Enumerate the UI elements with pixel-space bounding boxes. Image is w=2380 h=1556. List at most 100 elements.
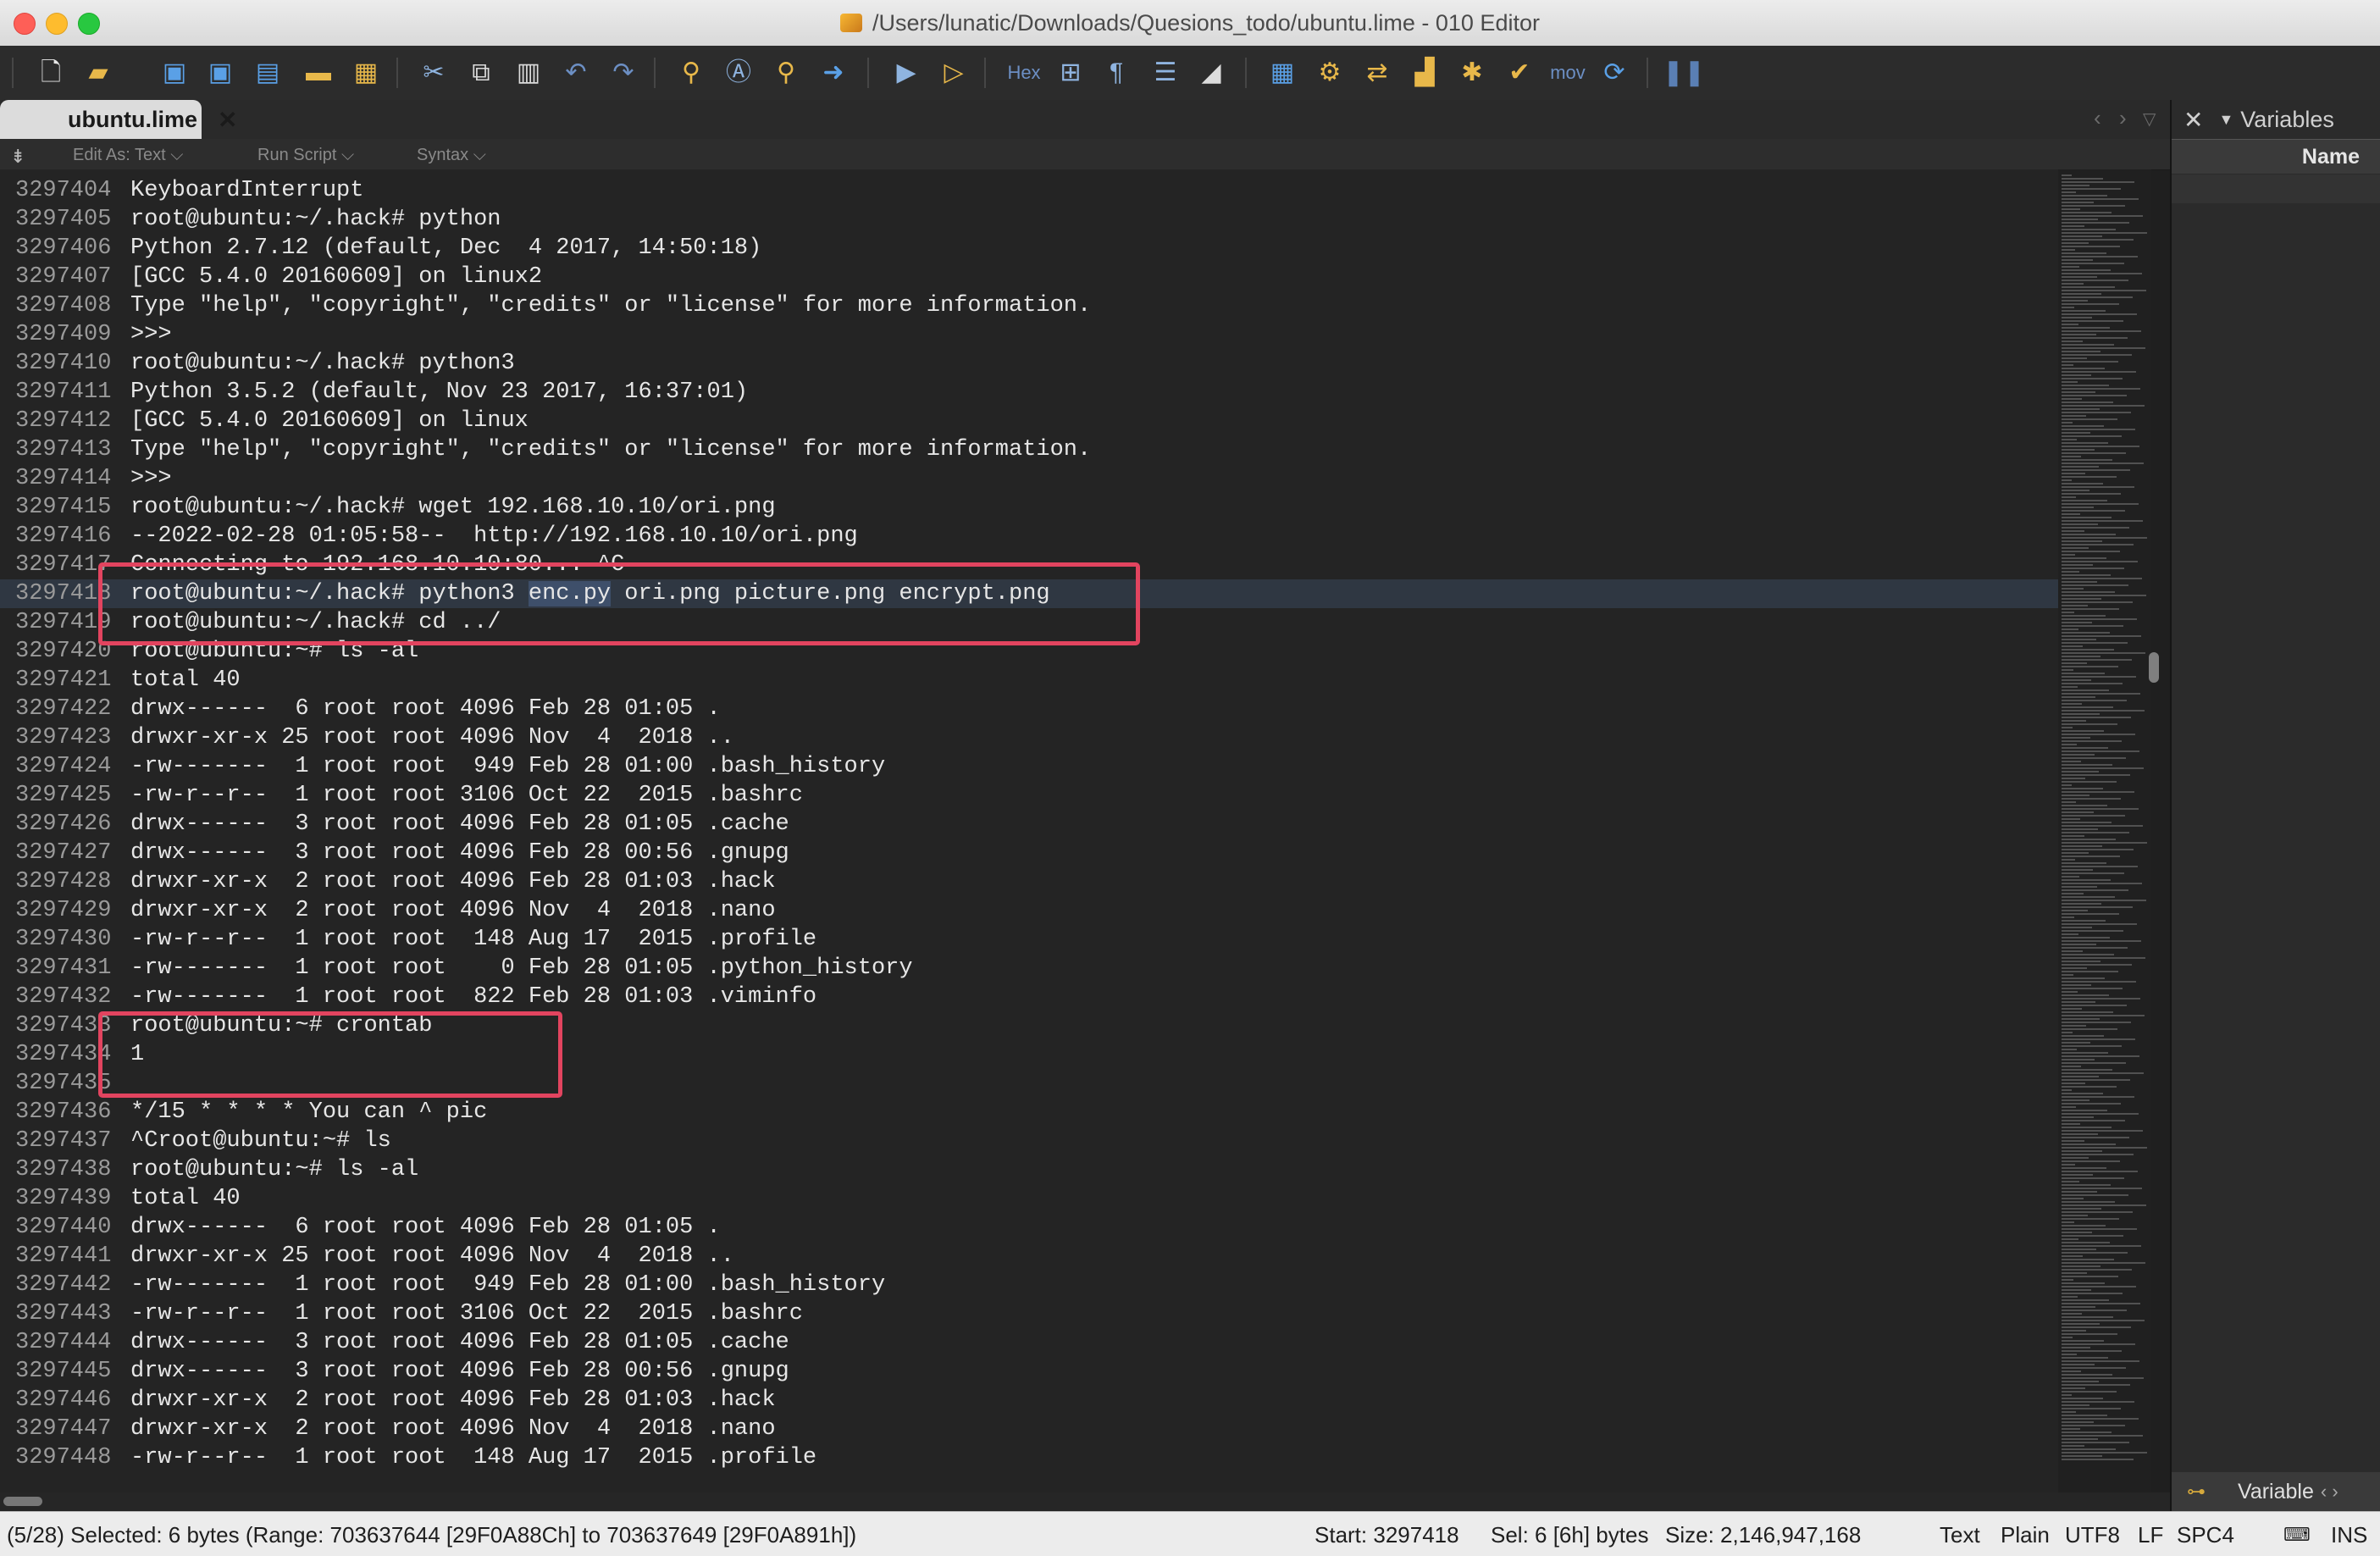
tab-ubuntu-lime[interactable]: ubuntu.lime ✕ (0, 100, 237, 139)
status-mode[interactable]: Text (1940, 1522, 1980, 1548)
editor-line[interactable]: 3297410 root@ubuntu:~/.hack# python3 (0, 349, 2058, 378)
byte-columns-icon[interactable]: ⊞ (1054, 56, 1088, 90)
status-line-ending[interactable]: LF (2138, 1522, 2163, 1548)
run-template-icon[interactable]: ▶ (889, 56, 923, 90)
vertical-scrollbar-thumb[interactable] (2149, 652, 2159, 683)
find-in-files-icon[interactable]: ⚲ (769, 56, 803, 90)
minimap-stroke (2062, 1333, 2117, 1335)
cut-icon[interactable]: ✂ (417, 56, 451, 90)
undo-icon[interactable]: ↶ (559, 56, 593, 90)
editor-line[interactable]: 3297423 drwxr-xr-x 25 root root 4096 Nov … (0, 723, 2058, 752)
editor-line[interactable]: 3297444 drwx------ 3 root root 4096 Feb 2… (0, 1328, 2058, 1357)
minimap-stroke (2062, 734, 2135, 735)
line-number: 3297411 (15, 379, 112, 405)
run-script-icon[interactable]: ▷ (937, 56, 971, 90)
compare-icon[interactable]: ⇄ (1360, 56, 1394, 90)
editor-line[interactable]: 3297406 Python 2.7.12 (default, Dec 4 201… (0, 234, 2058, 263)
text-editor[interactable]: 3297404 KeyboardInterrupt 3297405 root@ubun… (0, 169, 2058, 1492)
editor-line[interactable]: 3297415 root@ubuntu:~/.hack# wget 192.168… (0, 493, 2058, 522)
close-panel-icon[interactable]: ✕ (2184, 106, 2203, 134)
editor-line[interactable]: 3297437 ^Croot@ubuntu:~# ls (0, 1127, 2058, 1155)
editor-line[interactable]: 3297413 Type "help", "copyright", "credit… (0, 435, 2058, 464)
workspace-icon[interactable]: ▦ (349, 56, 383, 90)
syntax-dropdown[interactable]: Syntax ⌵ (417, 146, 486, 165)
editor-line[interactable]: 3297425 -rw-r--r-- 1 root root 3106 Oct 2… (0, 781, 2058, 810)
editor-line[interactable]: 3297427 drwx------ 3 root root 4096 Feb 2… (0, 839, 2058, 867)
editor-line[interactable]: 3297440 drwx------ 6 root root 4096 Feb 2… (0, 1213, 2058, 1242)
editor-line[interactable]: 3297414 >>> (0, 464, 2058, 493)
editor-line[interactable]: 3297422 drwx------ 6 root root 4096 Feb 2… (0, 695, 2058, 723)
status-encoding[interactable]: UTF8 (2065, 1522, 2120, 1548)
tab-next-icon[interactable]: › (2119, 105, 2127, 131)
editor-line[interactable]: 3297428 drwxr-xr-x 2 root root 4096 Feb 2… (0, 867, 2058, 896)
save-icon[interactable]: ▣ (158, 56, 191, 90)
goto-icon[interactable]: ➜ (816, 56, 850, 90)
run-script-dropdown[interactable]: Run Script ⌵ (257, 146, 354, 165)
editor-line[interactable]: 3297432 -rw------- 1 root root 822 Feb 28… (0, 983, 2058, 1011)
editor-line[interactable]: 3297426 drwx------ 3 root root 4096 Feb 2… (0, 810, 2058, 839)
status-indent[interactable]: SPC4 (2177, 1522, 2234, 1548)
editor-line[interactable]: 3297412 [GCC 5.4.0 20160609] on linux (0, 407, 2058, 435)
tab-list-icon[interactable]: ▽ (2143, 108, 2156, 130)
status-insert-mode[interactable]: INS (2331, 1522, 2367, 1548)
editor-line[interactable]: 3297445 drwx------ 3 root root 4096 Feb 2… (0, 1357, 2058, 1386)
minimap[interactable] (2058, 169, 2151, 1492)
horizontal-scrollbar-thumb[interactable] (3, 1497, 42, 1506)
editor-line[interactable]: 3297421 total 40 (0, 666, 2058, 695)
minimap-stroke (2062, 981, 2136, 983)
checksum-icon[interactable]: ✱ (1455, 56, 1489, 90)
edit-as-dropdown[interactable]: Edit As: Text ⌵ (73, 146, 183, 165)
find-icon[interactable]: ⚲ (674, 56, 708, 90)
variables-footer-tab[interactable]: ⊶ Variable ‹ › (2172, 1472, 2380, 1511)
editor-line[interactable]: 3297431 -rw------- 1 root root 0 Feb 28 0… (0, 954, 2058, 983)
tab-prev-icon[interactable]: ‹ (2094, 105, 2101, 131)
collapse-icon[interactable]: ⇟ (10, 146, 25, 168)
inspector-icon[interactable]: ⚙ (1313, 56, 1347, 90)
editor-line[interactable]: 3297442 -rw------- 1 root root 949 Feb 28… (0, 1271, 2058, 1299)
editor-line[interactable]: 3297446 drwxr-xr-x 2 root root 4096 Feb 2… (0, 1386, 2058, 1415)
editor-line[interactable]: 3297407 [GCC 5.4.0 20160609] on linux2 (0, 263, 2058, 291)
disassembler-icon[interactable]: mov (1547, 56, 1589, 90)
editor-line[interactable]: 3297405 root@ubuntu:~/.hack# python (0, 205, 2058, 234)
status-highlight[interactable]: Plain (2001, 1522, 2050, 1548)
pause-icon[interactable]: ❚❚ (1663, 56, 1705, 90)
pilcrow-icon[interactable]: ¶ (1099, 56, 1133, 90)
histogram-icon[interactable]: ▟ (1408, 56, 1442, 90)
save-all-icon[interactable]: ▤ (251, 56, 285, 90)
editor-line[interactable]: 3297404 KeyboardInterrupt (0, 176, 2058, 205)
editor-line[interactable]: 3297408 Type "help", "copyright", "credit… (0, 291, 2058, 320)
highlight-icon[interactable]: ◢ (1194, 56, 1228, 90)
editor-line[interactable]: 3297416 --2022-02-28 01:05:58-- http://19… (0, 522, 2058, 551)
editor-line[interactable]: 3297438 root@ubuntu:~# ls -al (0, 1155, 2058, 1184)
copy-icon[interactable]: ⧉ (464, 56, 498, 90)
editor-line[interactable]: 3297424 -rw------- 1 root root 949 Feb 28… (0, 752, 2058, 781)
open-file-icon[interactable]: ▰ (81, 56, 115, 90)
open-folder-icon[interactable]: ▬ (302, 56, 335, 90)
paste-icon[interactable]: ▥ (512, 56, 545, 90)
hex-mode-icon[interactable]: Hex (1003, 56, 1045, 90)
editor-line[interactable]: 3297430 -rw-r--r-- 1 root root 148 Aug 17… (0, 925, 2058, 954)
editor-line[interactable]: 3297441 drwxr-xr-x 25 root root 4096 Nov … (0, 1242, 2058, 1271)
panel-menu-icon[interactable]: ▼ (2218, 111, 2233, 129)
new-file-icon[interactable]: 🗋 (34, 56, 68, 90)
editor-line[interactable]: 3297447 drwxr-xr-x 2 root root 4096 Nov 4… (0, 1415, 2058, 1443)
columns-icon[interactable]: ☰ (1148, 56, 1182, 90)
replace-icon[interactable]: Ⓐ (722, 56, 756, 90)
editor-line[interactable]: 3297411 Python 3.5.2 (default, Nov 23 201… (0, 378, 2058, 407)
editor-line[interactable]: 3297409 >>> (0, 320, 2058, 349)
keyboard-icon[interactable]: ⌨ (2283, 1524, 2311, 1546)
base-convert-icon[interactable]: ⟳ (1597, 56, 1631, 90)
horizontal-scrollbar[interactable] (0, 1492, 2170, 1511)
verify-icon[interactable]: ✔ (1503, 56, 1536, 90)
close-tab-icon[interactable]: ✕ (218, 106, 237, 134)
editor-line[interactable]: 3297443 -rw-r--r-- 1 root root 3106 Oct 2… (0, 1299, 2058, 1328)
editor-line[interactable]: 3297429 drwxr-xr-x 2 root root 4096 Nov 4… (0, 896, 2058, 925)
variables-column-header[interactable]: Name (2172, 139, 2380, 174)
chevron-right-icon[interactable]: ‹ › (2321, 1481, 2338, 1503)
editor-line[interactable]: 3297439 total 40 (0, 1184, 2058, 1213)
editor-line[interactable]: 3297448 -rw-r--r-- 1 root root 148 Aug 17… (0, 1443, 2058, 1472)
calculator-icon[interactable]: ▦ (1265, 56, 1299, 90)
editor-line[interactable]: 3297436 */15 * * * * You can ^ pic (0, 1098, 2058, 1127)
save-as-icon[interactable]: ▣ (203, 56, 237, 90)
redo-icon[interactable]: ↷ (606, 56, 640, 90)
